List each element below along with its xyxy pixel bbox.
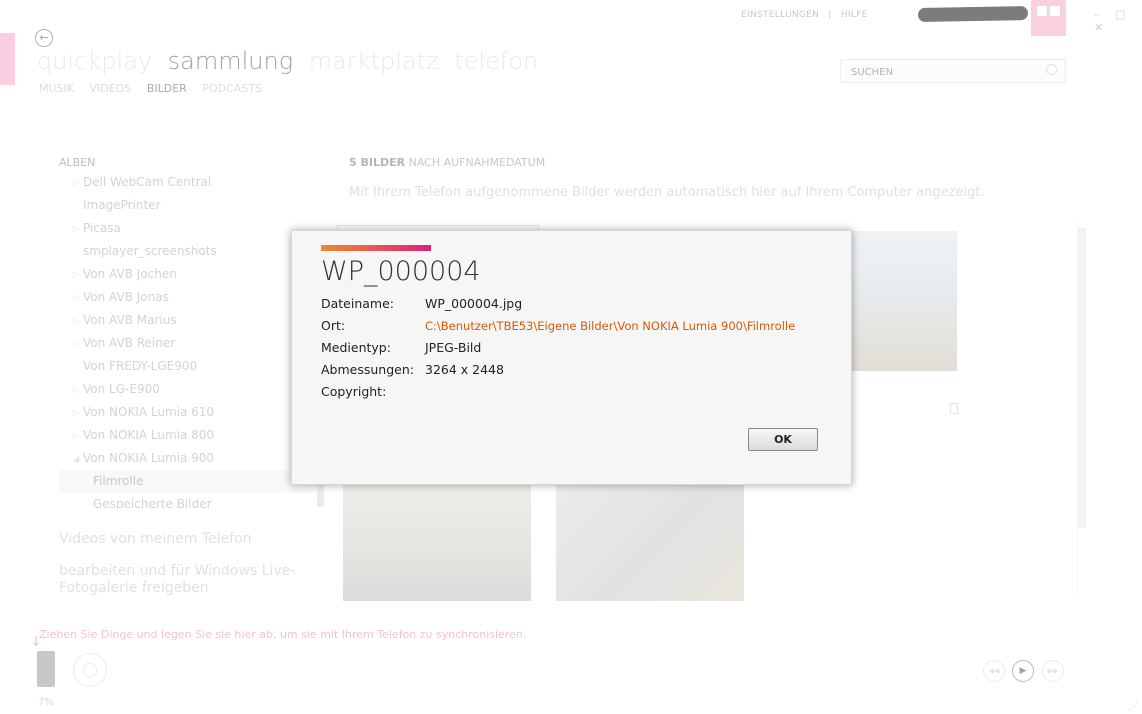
dialog-value: WP_000004.jpg xyxy=(425,296,523,311)
dialog-row-copyright: Copyright: xyxy=(321,384,425,399)
dialog-location-link[interactable]: C:\Benutzer\TBE53\Eigene Bilder\Von NOKI… xyxy=(425,319,795,333)
dialog-row-location: Ort: C:\Benutzer\TBE53\Eigene Bilder\Von … xyxy=(321,318,795,333)
ok-button[interactable]: OK xyxy=(748,428,818,451)
dialog-value: 3264 x 2448 xyxy=(425,362,504,377)
dialog-accent-bar xyxy=(321,245,431,251)
dialog-key: Dateiname: xyxy=(321,296,395,311)
dialog-key: Medientyp: xyxy=(321,340,391,355)
dialog-row-filename: Dateiname: WP_000004.jpg xyxy=(321,296,522,311)
dialog-key: Copyright: xyxy=(321,384,387,399)
dialog-key: Ort: xyxy=(321,318,346,333)
dialog-row-mediatype: Medientyp: JPEG-Bild xyxy=(321,340,481,355)
dialog-row-dimensions: Abmessungen: 3264 x 2448 xyxy=(321,362,504,377)
dialog-key: Abmessungen: xyxy=(321,362,414,377)
dialog-value: JPEG-Bild xyxy=(425,340,482,355)
dialog-title: WP_000004 xyxy=(321,256,481,287)
properties-dialog: WP_000004 Dateiname: WP_000004.jpg Ort: C:… xyxy=(291,230,852,485)
